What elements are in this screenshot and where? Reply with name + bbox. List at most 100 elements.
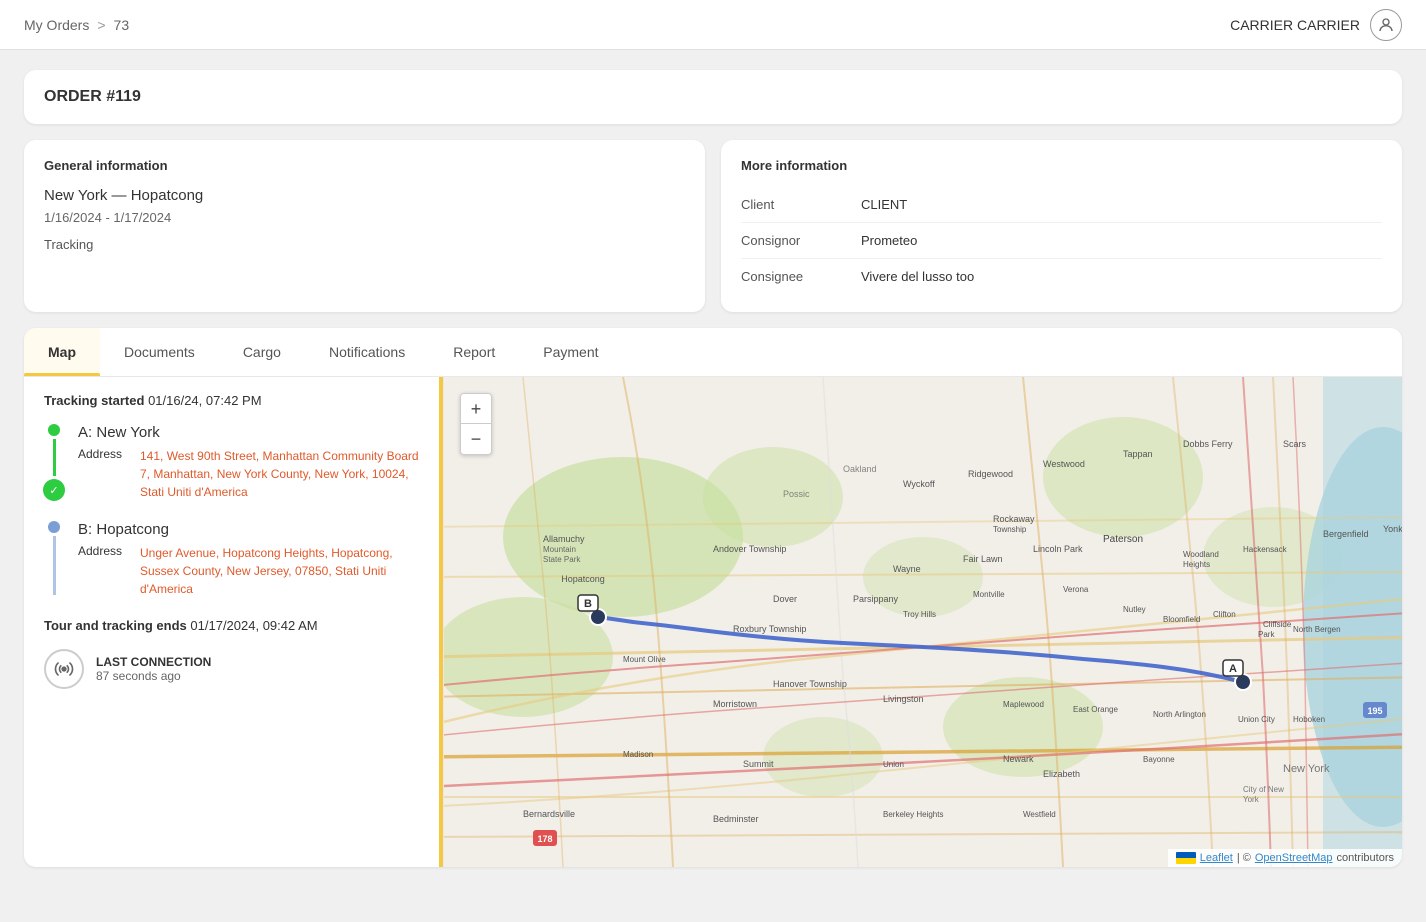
svg-text:Heights: Heights: [1183, 560, 1210, 569]
top-navigation: My Orders > 73 CARRIER CARRIER: [0, 0, 1426, 50]
svg-text:Township: Township: [993, 525, 1027, 534]
tab-documents[interactable]: Documents: [100, 328, 219, 376]
svg-text:Bergenfield: Bergenfield: [1323, 529, 1369, 539]
info-cards-row: General information New York — Hopatcong…: [24, 140, 1402, 312]
order-title: ORDER #119: [44, 88, 1382, 106]
tab-report[interactable]: Report: [429, 328, 519, 376]
osm-link[interactable]: OpenStreetMap: [1255, 852, 1333, 864]
general-info-title: General information: [44, 158, 685, 173]
tabs-row: MapDocumentsCargoNotificationsReportPaym…: [24, 328, 1402, 377]
tour-ends-label: Tour and tracking ends: [44, 618, 187, 633]
more-info-title: More information: [741, 158, 1382, 173]
svg-text:Berkeley Heights: Berkeley Heights: [883, 810, 943, 819]
tab-content: Tracking started 01/16/24, 07:42 PM ✓ A:…: [24, 377, 1402, 867]
svg-text:Bedminster: Bedminster: [713, 814, 759, 824]
svg-text:New York: New York: [1283, 763, 1330, 775]
svg-text:Park: Park: [1258, 630, 1275, 639]
svg-text:Fair Lawn: Fair Lawn: [963, 554, 1003, 564]
tab-cargo[interactable]: Cargo: [219, 328, 305, 376]
location-a-line: ✓: [44, 424, 64, 501]
more-info-value: Prometeo: [861, 223, 1382, 259]
svg-text:Mountain: Mountain: [543, 545, 576, 554]
tab-notifications[interactable]: Notifications: [305, 328, 429, 376]
user-name: CARRIER CARRIER: [1230, 17, 1360, 33]
svg-text:Mount Olive: Mount Olive: [623, 655, 666, 664]
svg-text:Wayne: Wayne: [893, 564, 921, 574]
svg-text:North Bergen: North Bergen: [1293, 625, 1341, 634]
breadcrumb-home[interactable]: My Orders: [24, 17, 89, 33]
last-connection-text-block: LAST CONNECTION 87 seconds ago: [96, 655, 211, 683]
more-info-row: ConsigneeVivere del lusso too: [741, 259, 1382, 295]
svg-text:Bloomfield: Bloomfield: [1163, 615, 1200, 624]
svg-text:Maplewood: Maplewood: [1003, 700, 1044, 709]
map-zoom-controls: + −: [460, 393, 492, 455]
svg-text:Possic: Possic: [783, 489, 810, 499]
signal-icon: [44, 649, 84, 689]
svg-text:Lincoln Park: Lincoln Park: [1033, 544, 1083, 554]
svg-text:Livingston: Livingston: [883, 694, 924, 704]
svg-text:Hanover Township: Hanover Township: [773, 679, 847, 689]
tracking-panel: Tracking started 01/16/24, 07:42 PM ✓ A:…: [24, 377, 444, 867]
svg-text:Parsippany: Parsippany: [853, 594, 899, 604]
svg-text:Troy Hills: Troy Hills: [903, 610, 936, 619]
svg-text:Scars: Scars: [1283, 439, 1307, 449]
map-area: + −: [444, 377, 1402, 867]
svg-text:Andover Township: Andover Township: [713, 544, 786, 554]
svg-text:Elizabeth: Elizabeth: [1043, 769, 1080, 779]
breadcrumb-order-id: 73: [114, 17, 130, 33]
svg-text:Dover: Dover: [773, 594, 797, 604]
ukraine-flag-icon: [1176, 852, 1196, 864]
tab-map[interactable]: Map: [24, 328, 100, 376]
svg-text:Tappan: Tappan: [1123, 449, 1153, 459]
svg-text:York: York: [1243, 795, 1260, 804]
more-info-card: More information ClientCLIENTConsignorPr…: [721, 140, 1402, 312]
tour-ends-date: 01/17/2024, 09:42 AM: [190, 618, 317, 633]
location-b-dot: [48, 521, 60, 533]
svg-text:Madison: Madison: [623, 750, 653, 759]
svg-text:Hoboken: Hoboken: [1293, 715, 1325, 724]
tab-payment[interactable]: Payment: [519, 328, 622, 376]
more-info-table: ClientCLIENTConsignorPrometeoConsigneeVi…: [741, 187, 1382, 294]
svg-text:Oakland: Oakland: [843, 464, 877, 474]
more-info-row: ClientCLIENT: [741, 187, 1382, 223]
route-label: New York — Hopatcong: [44, 187, 685, 204]
svg-text:Hackensack: Hackensack: [1243, 545, 1288, 554]
svg-text:178: 178: [537, 834, 552, 844]
map-footer-separator: | ©: [1237, 852, 1251, 864]
map-footer-contributors: contributors: [1337, 852, 1394, 864]
location-b-title: B: Hopatcong: [78, 521, 423, 538]
user-area: CARRIER CARRIER: [1230, 9, 1402, 41]
svg-text:Nutley: Nutley: [1123, 605, 1146, 614]
location-a-address-row: Address 141, West 90th Street, Manhattan…: [78, 447, 423, 501]
leaflet-link[interactable]: Leaflet: [1200, 852, 1233, 864]
svg-text:Union City: Union City: [1238, 715, 1275, 724]
location-b-block: B: Hopatcong Address Unger Avenue, Hopat…: [44, 521, 423, 598]
location-a-connector: [53, 439, 56, 476]
svg-text:Rockaway: Rockaway: [993, 514, 1035, 524]
location-b-info: B: Hopatcong Address Unger Avenue, Hopat…: [78, 521, 423, 598]
location-a-title: A: New York: [78, 424, 423, 441]
svg-text:Roxbury Township: Roxbury Township: [733, 624, 806, 634]
location-a-dot: [48, 424, 60, 436]
svg-text:B: B: [584, 598, 592, 610]
more-info-label: Consignor: [741, 223, 861, 259]
svg-text:A: A: [1229, 663, 1237, 675]
zoom-in-button[interactable]: +: [461, 394, 491, 424]
more-info-value: CLIENT: [861, 187, 1382, 223]
location-b-address-row: Address Unger Avenue, Hopatcong Heights,…: [78, 544, 423, 598]
last-connection-time: 87 seconds ago: [96, 669, 211, 683]
location-a-addr-label: Address: [78, 447, 128, 501]
dates-label: 1/16/2024 - 1/17/2024: [44, 210, 685, 225]
zoom-out-button[interactable]: −: [461, 424, 491, 454]
more-info-label: Consignee: [741, 259, 861, 295]
breadcrumb-separator: >: [97, 17, 105, 33]
svg-text:Verona: Verona: [1063, 585, 1089, 594]
location-a-check-icon: ✓: [43, 479, 65, 501]
svg-text:Westwood: Westwood: [1043, 459, 1085, 469]
location-a-addr-text: 141, West 90th Street, Manhattan Communi…: [140, 447, 423, 501]
svg-text:Paterson: Paterson: [1103, 534, 1143, 545]
user-avatar-icon[interactable]: [1370, 9, 1402, 41]
svg-text:Dobbs Ferry: Dobbs Ferry: [1183, 439, 1233, 449]
tracking-started-date: 01/16/24, 07:42 PM: [148, 393, 261, 408]
svg-text:Summit: Summit: [743, 759, 774, 769]
